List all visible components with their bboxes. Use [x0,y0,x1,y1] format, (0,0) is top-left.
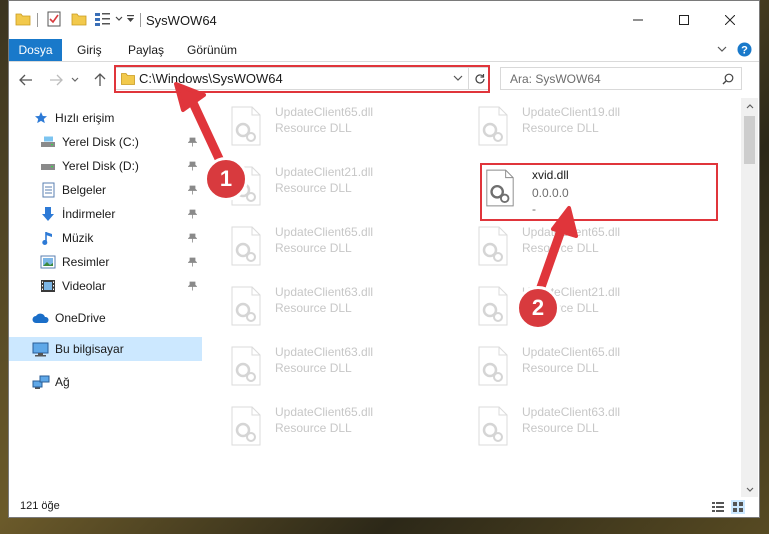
step-1-badge: 1 [204,157,248,201]
step-2-badge: 2 [516,286,560,330]
annotation-arrows [174,82,578,295]
